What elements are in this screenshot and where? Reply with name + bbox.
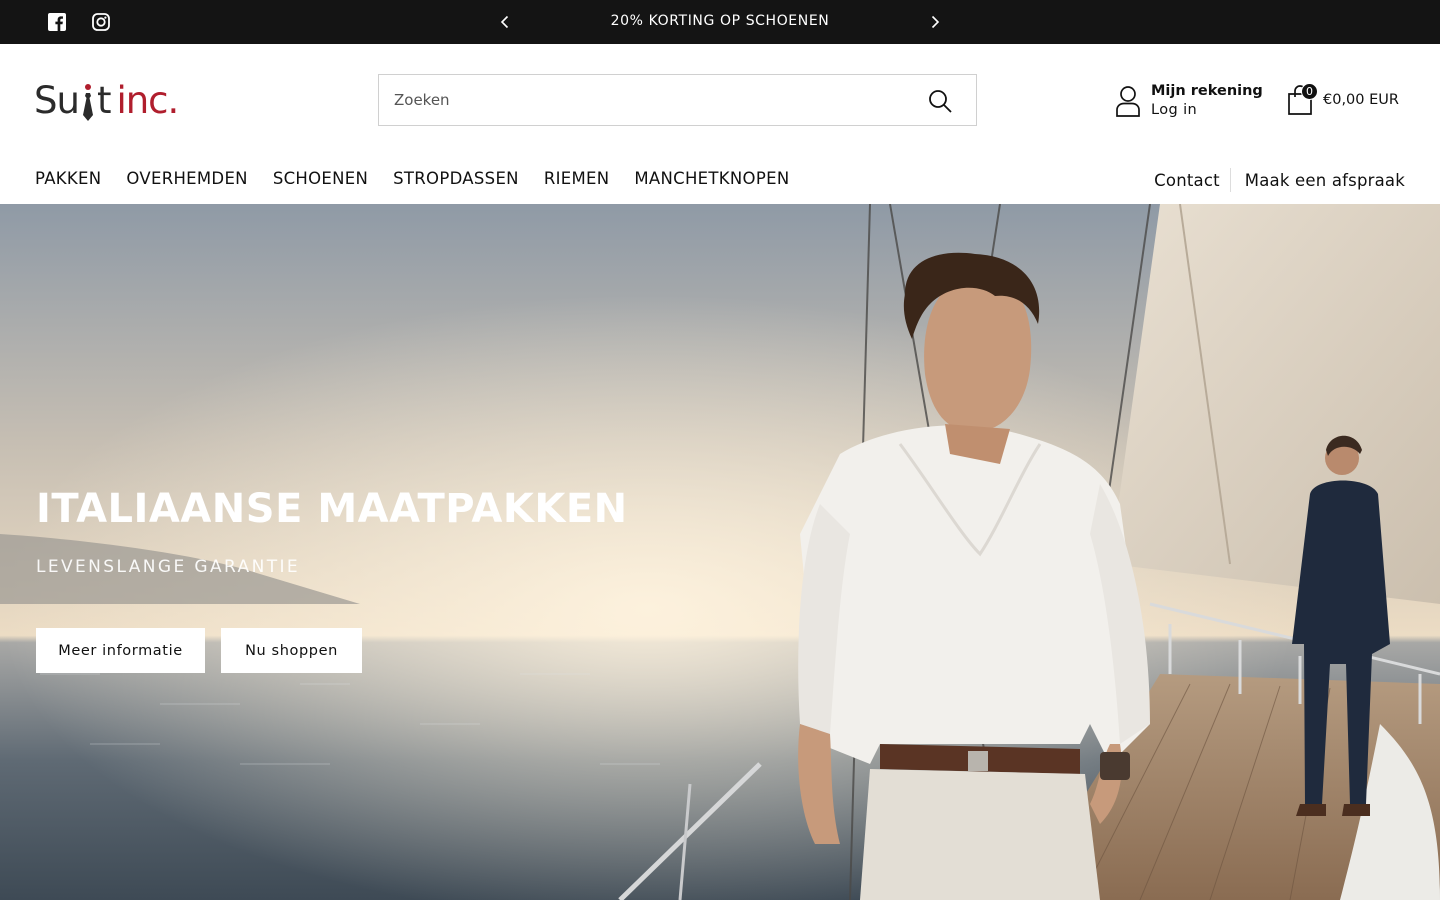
nav-divider — [1229, 168, 1231, 192]
nav-item-schoenen[interactable]: SCHOENEN — [273, 169, 368, 188]
logo-text-inc: inc. — [116, 78, 179, 122]
logo[interactable]: Su t inc. — [34, 76, 184, 124]
hero-title: ITALIAANSE MAATPAKKEN — [36, 486, 628, 532]
secondary-nav: Contact Maak een afspraak — [1154, 168, 1405, 192]
hero-banner: ITALIAANSE MAATPAKKEN LEVENSLANGE GARANT… — [0, 204, 1440, 900]
nav-item-pakken[interactable]: PAKKEN — [35, 169, 101, 188]
nav-appointment[interactable]: Maak een afspraak — [1245, 171, 1405, 190]
nav-contact[interactable]: Contact — [1154, 171, 1220, 190]
instagram-icon[interactable] — [91, 12, 111, 32]
search-box — [378, 74, 977, 126]
nav-item-riemen[interactable]: RIEMEN — [544, 169, 610, 188]
announcement-bar: 20% KORTING OP SCHOENEN — [0, 0, 1440, 44]
nav-item-overhemden[interactable]: OVERHEMDEN — [126, 169, 247, 188]
nav-item-stropdassen[interactable]: STROPDASSEN — [393, 169, 519, 188]
user-icon — [1114, 85, 1142, 117]
account-link[interactable]: Mijn rekening Log in — [1114, 80, 1263, 122]
logo-text-t: t — [96, 78, 111, 122]
main-nav: PAKKEN OVERHEMDEN SCHOENEN STROPDASSEN R… — [35, 169, 814, 188]
shop-now-button[interactable]: Nu shoppen — [221, 628, 362, 673]
tie-icon — [80, 83, 96, 122]
logo-text-su: Su — [34, 78, 80, 122]
login-link[interactable]: Log in — [1151, 101, 1263, 120]
cart-count-badge: 0 — [1301, 83, 1318, 100]
nav-item-manchetknopen[interactable]: MANCHETKNOPEN — [634, 169, 789, 188]
hero-image — [0, 204, 1440, 900]
search-input[interactable] — [379, 75, 919, 125]
more-info-button[interactable]: Meer informatie — [36, 628, 205, 673]
chevron-left-icon[interactable] — [494, 11, 516, 33]
cart-total: €0,00 EUR — [1323, 92, 1399, 108]
cart-button[interactable]: 0 €0,00 EUR — [1287, 82, 1399, 118]
hero-subtitle: LEVENSLANGE GARANTIE — [36, 557, 301, 577]
announcement-text: 20% KORTING OP SCHOENEN — [610, 13, 830, 29]
search-icon[interactable] — [926, 87, 954, 115]
shopping-bag-icon: 0 — [1287, 83, 1318, 116]
facebook-icon[interactable] — [47, 12, 67, 32]
account-title: Mijn rekening — [1151, 83, 1263, 99]
chevron-right-icon[interactable] — [924, 11, 946, 33]
